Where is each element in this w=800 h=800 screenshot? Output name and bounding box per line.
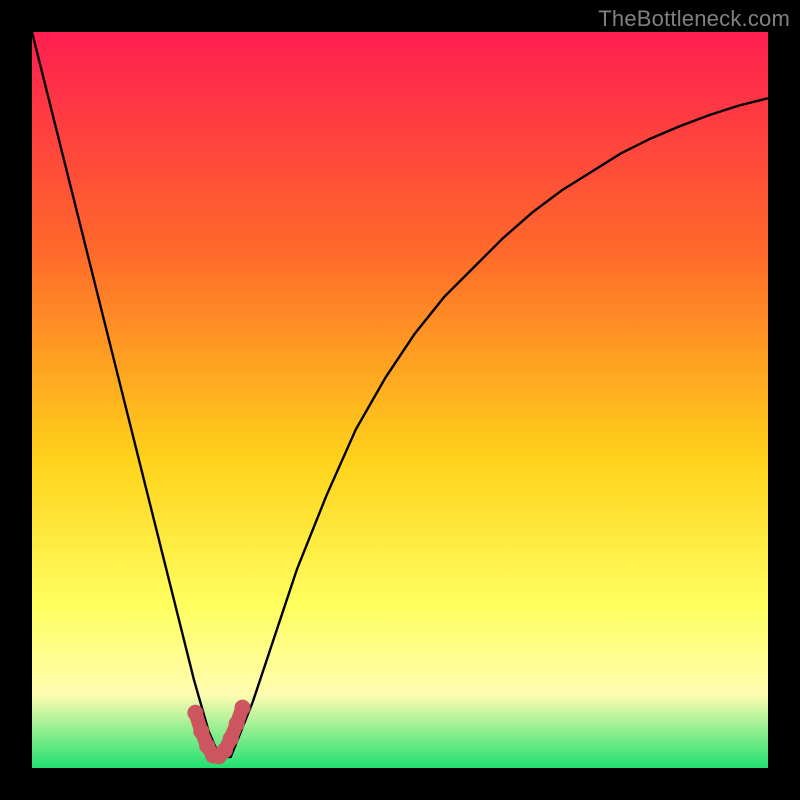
optimal-zone-dot [193, 723, 209, 739]
chart-svg [32, 32, 768, 768]
chart-frame: TheBottleneck.com [0, 0, 800, 800]
optimal-zone-dot [187, 705, 203, 721]
optimal-zone-dot [223, 731, 239, 747]
optimal-zone-dot [235, 700, 251, 716]
plot-area [32, 32, 768, 768]
optimal-zone-dot [229, 716, 245, 732]
watermark-text: TheBottleneck.com [598, 6, 790, 32]
gradient-background [32, 32, 768, 768]
